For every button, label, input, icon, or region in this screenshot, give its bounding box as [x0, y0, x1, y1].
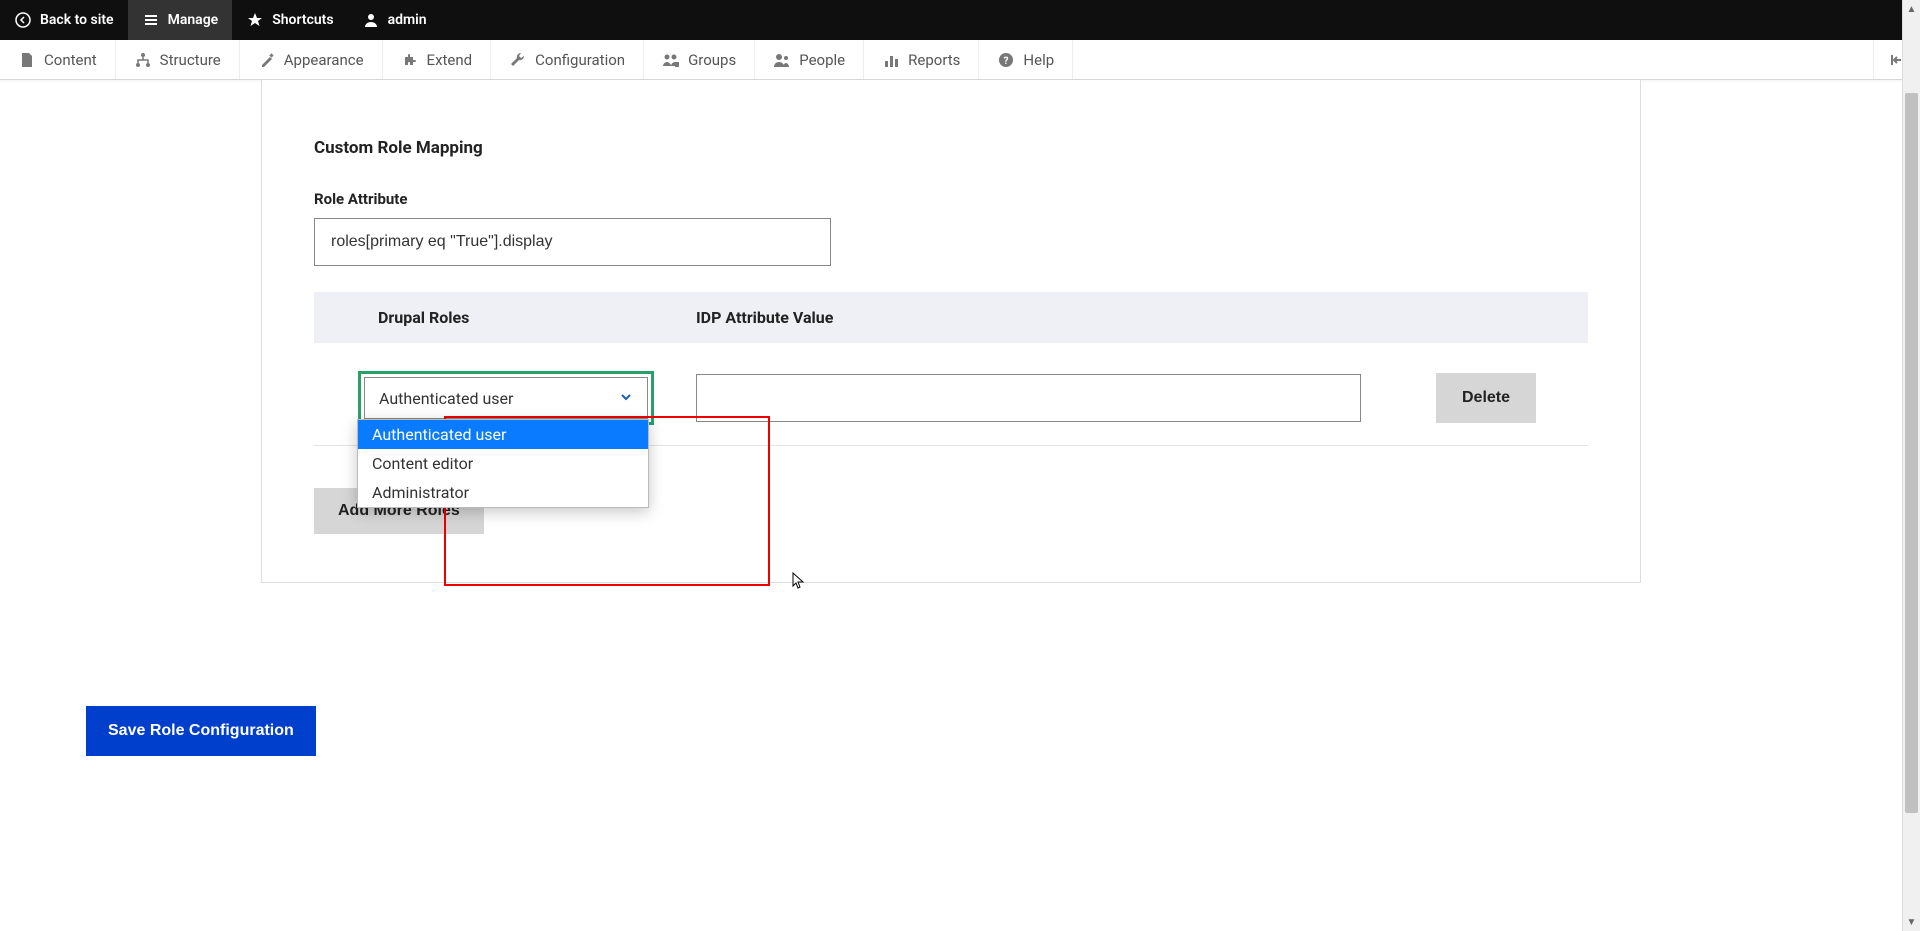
- people-icon: [773, 51, 791, 69]
- menu-label: Help: [1023, 51, 1054, 69]
- help-icon: ?: [997, 51, 1015, 69]
- menu-label: Configuration: [535, 51, 625, 69]
- menu-configuration[interactable]: Configuration: [491, 40, 644, 79]
- manage-toggle[interactable]: Manage: [128, 0, 233, 40]
- menu-reports[interactable]: Reports: [864, 40, 979, 79]
- puzzle-icon: [401, 51, 419, 69]
- wrench-icon: [509, 51, 527, 69]
- drupal-role-select-wrap: Authenticated user Authenticated user Co…: [358, 371, 654, 425]
- topbar: Back to site Manage Shortcuts admin: [0, 0, 1920, 40]
- idp-attribute-value-input[interactable]: [696, 374, 1361, 422]
- save-role-configuration-button[interactable]: Save Role Configuration: [86, 706, 316, 756]
- shortcuts-link[interactable]: Shortcuts: [232, 0, 347, 40]
- chevron-down-icon: [619, 389, 633, 408]
- cursor-icon: [792, 572, 806, 594]
- menu-label: People: [799, 51, 845, 69]
- vertical-scrollbar[interactable]: ▲ ▼: [1902, 0, 1920, 931]
- scroll-thumb[interactable]: [1905, 93, 1918, 813]
- hamburger-icon: [142, 11, 160, 29]
- svg-text:?: ?: [1004, 56, 1009, 67]
- menu-label: Groups: [688, 51, 736, 69]
- dropdown-option[interactable]: Administrator: [358, 478, 648, 507]
- paint-icon: [258, 51, 276, 69]
- user-label: admin: [388, 12, 427, 28]
- menu-content[interactable]: Content: [0, 40, 116, 79]
- menu-label: Content: [44, 51, 97, 69]
- idp-value-header: IDP Attribute Value: [696, 308, 1588, 327]
- menu-label: Reports: [908, 51, 960, 69]
- dropdown-option[interactable]: Authenticated user: [358, 420, 648, 449]
- menu-extend[interactable]: Extend: [383, 40, 492, 79]
- drupal-role-select[interactable]: Authenticated user: [364, 377, 648, 419]
- delete-button[interactable]: Delete: [1436, 373, 1536, 423]
- drupal-roles-header: Drupal Roles: [314, 308, 696, 327]
- arrow-left-circle-icon: [14, 11, 32, 29]
- menu-appearance[interactable]: Appearance: [240, 40, 383, 79]
- back-label: Back to site: [40, 12, 114, 28]
- menu-label: Extend: [427, 51, 473, 69]
- scroll-down-button[interactable]: ▼: [1903, 913, 1920, 931]
- bar-chart-icon: [882, 51, 900, 69]
- table-row: Authenticated user Authenticated user Co…: [314, 343, 1588, 446]
- person-icon: [362, 11, 380, 29]
- scroll-track[interactable]: [1903, 18, 1920, 913]
- dropdown-list: Authenticated user Content editor Admini…: [357, 419, 649, 508]
- menu-help[interactable]: ? Help: [979, 40, 1073, 79]
- dropdown-option[interactable]: Content editor: [358, 449, 648, 478]
- menu-groups[interactable]: Groups: [644, 40, 755, 79]
- role-mapping-card: Custom Role Mapping Role Attribute Drupa…: [261, 80, 1641, 583]
- manage-label: Manage: [168, 12, 219, 28]
- menu-label: Structure: [160, 51, 221, 69]
- table-header: Drupal Roles IDP Attribute Value: [314, 292, 1588, 343]
- menu-structure[interactable]: Structure: [116, 40, 240, 79]
- scroll-up-button[interactable]: ▲: [1903, 0, 1920, 18]
- menu-label: Appearance: [284, 51, 364, 69]
- file-icon: [18, 51, 36, 69]
- back-to-site-link[interactable]: Back to site: [0, 0, 128, 40]
- role-attribute-label: Role Attribute: [314, 190, 1588, 208]
- select-value: Authenticated user: [379, 389, 513, 408]
- role-attribute-input[interactable]: [314, 218, 831, 266]
- section-title: Custom Role Mapping: [314, 138, 1588, 158]
- hierarchy-icon: [134, 51, 152, 69]
- page-container: Custom Role Mapping Role Attribute Drupa…: [0, 80, 1902, 931]
- shortcuts-label: Shortcuts: [272, 12, 333, 28]
- menu-people[interactable]: People: [755, 40, 864, 79]
- star-icon: [246, 11, 264, 29]
- groups-icon: [662, 51, 680, 69]
- user-menu[interactable]: admin: [348, 0, 441, 40]
- admin-menu: Content Structure Appearance Extend Conf…: [0, 40, 1920, 80]
